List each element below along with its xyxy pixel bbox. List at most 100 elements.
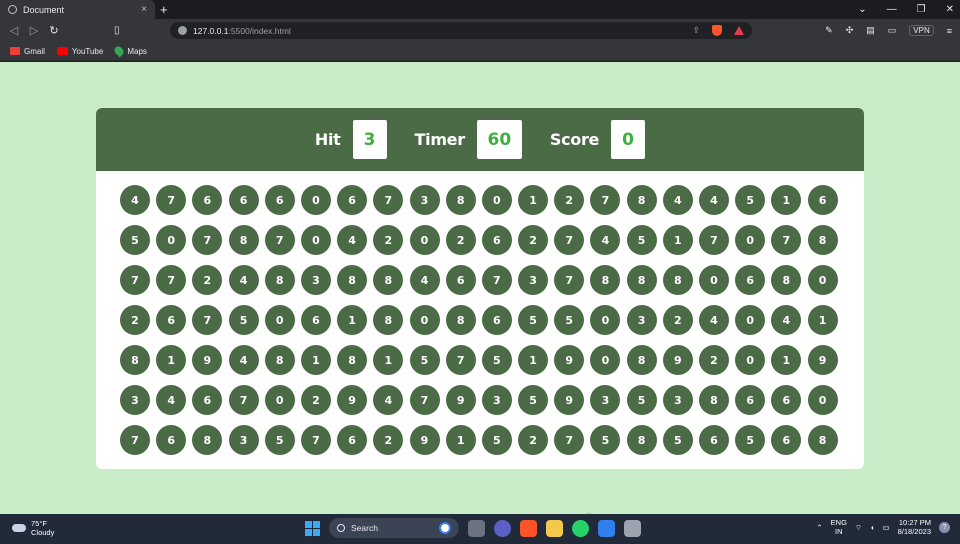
vscode-icon[interactable] <box>598 519 615 537</box>
bubble[interactable]: 5 <box>554 305 585 335</box>
sidebar-icon[interactable]: ▤ <box>866 25 875 36</box>
bubble[interactable]: 0 <box>735 225 766 255</box>
bubble[interactable]: 3 <box>590 385 621 415</box>
bubble[interactable]: 7 <box>228 385 259 415</box>
bubble[interactable]: 5 <box>481 425 512 455</box>
bubble[interactable]: 8 <box>228 225 259 255</box>
bubble[interactable]: 4 <box>699 305 729 335</box>
bubble[interactable]: 9 <box>554 345 585 375</box>
bubble[interactable]: 0 <box>807 265 838 295</box>
bubble[interactable]: 9 <box>192 345 223 375</box>
battery-icon[interactable]: ▭ <box>883 523 890 532</box>
bubble[interactable]: 1 <box>662 225 693 255</box>
bubble[interactable]: 7 <box>481 265 512 295</box>
bubble[interactable]: 8 <box>337 265 368 295</box>
bubble[interactable]: 9 <box>337 385 368 415</box>
bubble[interactable]: 8 <box>662 265 693 295</box>
bubble[interactable]: 7 <box>771 225 802 255</box>
bubble[interactable]: 6 <box>228 185 259 215</box>
bubble[interactable]: 8 <box>192 425 223 455</box>
brave-icon[interactable] <box>520 519 537 537</box>
bubble[interactable]: 0 <box>807 385 838 415</box>
bubble[interactable]: 8 <box>699 385 729 415</box>
bubble[interactable]: 7 <box>409 385 440 415</box>
bubble[interactable]: 2 <box>699 345 729 375</box>
bubble[interactable]: 5 <box>662 425 693 455</box>
bubble[interactable]: 4 <box>337 225 368 255</box>
bubble[interactable]: 1 <box>373 345 404 375</box>
bubble[interactable]: 1 <box>518 185 549 215</box>
bubble[interactable]: 0 <box>264 385 295 415</box>
bubble[interactable]: 6 <box>481 225 512 255</box>
whatsapp-icon[interactable] <box>572 519 589 537</box>
bubble[interactable]: 2 <box>373 225 404 255</box>
bubble[interactable]: 6 <box>192 185 223 215</box>
bubble[interactable]: 8 <box>626 425 657 455</box>
brave-shield-icon[interactable] <box>712 25 722 36</box>
bubble[interactable]: 8 <box>626 345 657 375</box>
bookmark-gmail[interactable]: Gmail <box>10 47 45 56</box>
bubble[interactable]: 8 <box>445 185 476 215</box>
bubble[interactable]: 0 <box>156 225 187 255</box>
bubble[interactable]: 8 <box>807 225 838 255</box>
bubble[interactable]: 6 <box>735 265 766 295</box>
bubble[interactable]: 0 <box>481 185 512 215</box>
restore-button[interactable]: ❐ <box>917 4 926 15</box>
bubble[interactable]: 5 <box>228 305 259 335</box>
bubble[interactable]: 6 <box>735 385 766 415</box>
address-bar[interactable]: 127.0.0.1 :5500/index.html ⇪ <box>170 22 752 39</box>
bubble[interactable]: 0 <box>409 225 440 255</box>
bubble[interactable]: 6 <box>192 385 223 415</box>
bubble[interactable]: 1 <box>445 425 476 455</box>
bubble[interactable]: 2 <box>662 305 693 335</box>
bubble[interactable]: 0 <box>590 345 621 375</box>
bubble[interactable]: 0 <box>409 305 440 335</box>
extensions-icon[interactable]: ✣ <box>846 25 854 36</box>
bubble[interactable]: 8 <box>445 305 476 335</box>
volume-icon[interactable]: ◖ <box>870 523 875 532</box>
bubble[interactable]: 2 <box>373 425 404 455</box>
bubble[interactable]: 7 <box>445 345 476 375</box>
bubble[interactable]: 8 <box>373 305 404 335</box>
bubble[interactable]: 4 <box>156 385 187 415</box>
pen-icon[interactable]: ✎ <box>825 25 833 36</box>
bubble[interactable]: 4 <box>373 385 404 415</box>
bubble[interactable]: 7 <box>156 265 187 295</box>
bubble[interactable]: 6 <box>771 425 802 455</box>
back-icon[interactable]: ◁ <box>4 24 24 37</box>
bubble[interactable]: 7 <box>156 185 187 215</box>
bubble[interactable]: 0 <box>735 305 766 335</box>
bubble[interactable]: 6 <box>156 425 187 455</box>
bubble[interactable]: 7 <box>554 425 585 455</box>
bubble[interactable]: 5 <box>518 385 549 415</box>
bubble[interactable]: 4 <box>590 225 621 255</box>
bubble[interactable]: 8 <box>120 345 150 375</box>
bubble[interactable]: 1 <box>771 185 802 215</box>
bubble[interactable]: 4 <box>228 265 259 295</box>
bubble[interactable]: 2 <box>300 385 331 415</box>
forward-icon[interactable]: ▷ <box>24 24 44 37</box>
bubble[interactable]: 6 <box>445 265 476 295</box>
menu-icon[interactable]: ≡ <box>947 26 952 36</box>
bubble[interactable]: 2 <box>120 305 150 335</box>
bubble[interactable]: 8 <box>807 425 838 455</box>
bubble[interactable]: 3 <box>300 265 331 295</box>
bookmark-maps[interactable]: Maps <box>112 44 147 58</box>
bubble[interactable]: 4 <box>228 345 259 375</box>
bubble[interactable]: 5 <box>120 225 150 255</box>
bubble[interactable]: 3 <box>481 385 512 415</box>
bubble[interactable]: 3 <box>228 425 259 455</box>
bubble[interactable]: 3 <box>409 185 440 215</box>
bubble[interactable]: 2 <box>192 265 223 295</box>
tab-document[interactable]: Document × <box>0 0 155 19</box>
bubble[interactable]: 1 <box>518 345 549 375</box>
taskbar-search[interactable]: Search <box>329 518 459 538</box>
bubble[interactable]: 0 <box>264 305 295 335</box>
bubble[interactable]: 7 <box>192 305 223 335</box>
weather-widget[interactable]: 75°F Cloudy <box>12 519 54 537</box>
bubble[interactable]: 1 <box>156 345 187 375</box>
bookmark-youtube[interactable]: YouTube <box>56 47 103 56</box>
bookmark-icon[interactable]: ▯ <box>114 25 120 36</box>
bubble[interactable]: 6 <box>807 185 838 215</box>
clock[interactable]: 10:27 PM 8/18/2023 <box>898 518 931 536</box>
